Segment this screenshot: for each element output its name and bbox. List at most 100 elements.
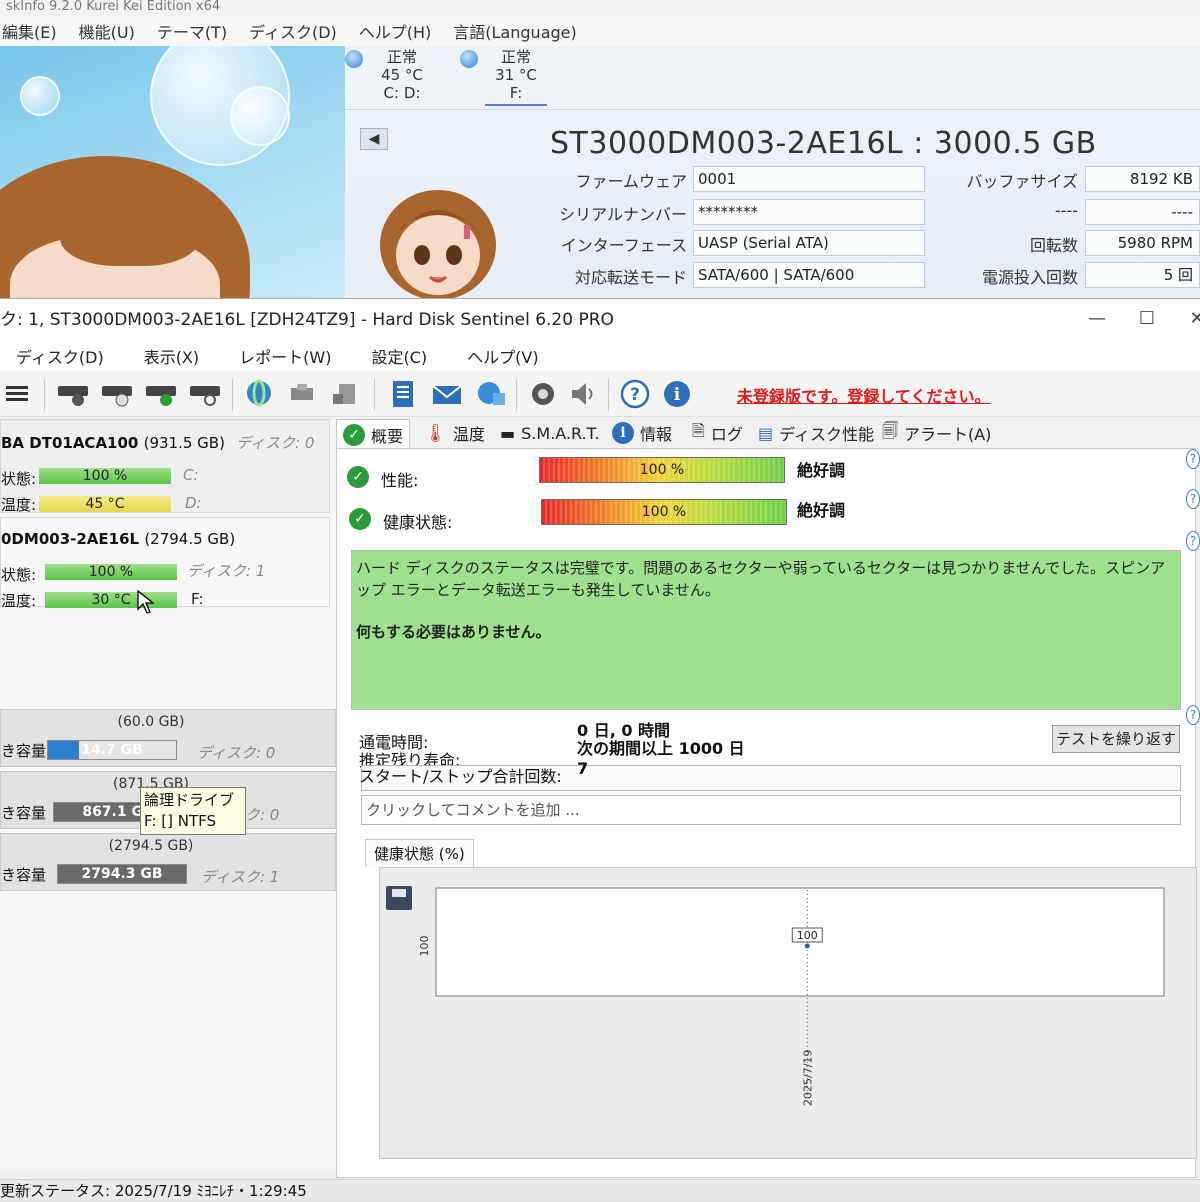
maximize-button[interactable]: ☐ xyxy=(1125,299,1169,341)
close-button[interactable]: ✕ xyxy=(1175,299,1200,341)
network-globe-icon[interactable] xyxy=(242,379,276,409)
drive-letter: C: xyxy=(183,466,199,484)
tab-log[interactable]: 🗎 ログ xyxy=(692,419,743,447)
disk-name: 0DM003-2AE16L xyxy=(1,530,140,548)
disk-ok-icon[interactable] xyxy=(144,379,178,409)
disk-header: 0DM003-2AE16L (2794.5 GB) xyxy=(1,530,235,548)
drive-status: 正常 xyxy=(386,48,417,66)
drive-status-dot xyxy=(345,50,363,68)
tab-info[interactable]: i 情報 xyxy=(612,419,672,447)
side-help-icon[interactable]: ? xyxy=(1186,489,1200,509)
tab-alerts[interactable]: 🗐 アラート(A) xyxy=(882,419,991,447)
side-help-icon[interactable]: ? xyxy=(1186,449,1200,469)
info-icon: i xyxy=(612,422,634,444)
help-icon[interactable]: ? xyxy=(618,379,652,409)
performance-bar: 100 % xyxy=(539,457,785,483)
rotation-value: 5980 RPM xyxy=(1085,230,1200,256)
power-count-label: 電源投入回数 xyxy=(981,268,1078,287)
volume-entry-2[interactable]: (2794.5 GB) き容量 2794.3 GB ディスク: 1 xyxy=(0,833,336,891)
side-help-icon[interactable]: ? xyxy=(1186,531,1200,551)
cdi-menu-language[interactable]: 言語(Language) xyxy=(453,19,576,43)
disk-number: ディスク: 0 xyxy=(197,744,276,762)
disk-refresh-icon[interactable] xyxy=(56,379,90,409)
computer-icon[interactable] xyxy=(330,379,364,409)
hds-menu-bar: ディスク(D) 表示(X) レポート(W) 設定(C) ヘルプ(V) xyxy=(0,341,1200,371)
health-history-chart: 100 2025/7/19 100 xyxy=(379,867,1197,1159)
list-view-icon[interactable] xyxy=(0,379,34,409)
start-stop-count-label: スタート/ストップ合計回数: xyxy=(359,767,562,786)
minimize-button[interactable]: — xyxy=(1075,299,1119,341)
cdi-menu-bar: 編集(E) 機能(U) テーマ(T) ディスク(D) ヘルプ(H) 言語(Lan… xyxy=(0,16,1200,46)
chart-tab-health[interactable]: 健康状態 (%) xyxy=(365,839,474,867)
drive-status-dot xyxy=(460,50,478,68)
status-action-text: 何もする必要はありません。 xyxy=(356,623,551,641)
previous-disk-button[interactable]: ◀ xyxy=(360,128,388,150)
email-report-icon[interactable] xyxy=(430,379,464,409)
tab-smart[interactable]: ▬ S.M.A.R.T. xyxy=(500,419,600,447)
report-icon[interactable] xyxy=(386,379,420,409)
volume-entry-0[interactable]: (60.0 GB) き容量 14.7 GB ディスク: 0 xyxy=(0,709,336,767)
drive-indicator-f[interactable]: 正常 31 °C F: xyxy=(485,48,547,106)
disk-size: (2794.5 GB) xyxy=(144,530,236,548)
anime-background-art xyxy=(0,46,345,300)
tab-label: 温度 xyxy=(452,425,485,444)
performance-label: 性能: xyxy=(381,471,419,490)
data-label: 100 xyxy=(797,929,818,942)
health-check-icon: ✓ xyxy=(349,508,371,530)
info-icon[interactable]: i xyxy=(660,379,694,409)
cdi-menu-edit[interactable]: 編集(E) xyxy=(2,19,57,43)
comment-input[interactable]: クリックしてコメントを追加 ... xyxy=(361,795,1181,825)
menu-settings[interactable]: 設定(C) xyxy=(371,344,427,368)
settings-gear-icon[interactable] xyxy=(526,379,560,409)
tab-disk-performance[interactable]: ▤ ディスク性能 xyxy=(758,419,874,447)
web-report-icon[interactable] xyxy=(474,379,508,409)
x-tick-label: 2025/7/19 xyxy=(801,1050,814,1106)
firmware-label: ファームウェア xyxy=(575,172,687,191)
cdi-menu-help[interactable]: ヘルプ(H) xyxy=(359,19,432,43)
buffer-size-label: バッファサイズ xyxy=(966,172,1078,191)
repeat-test-button[interactable]: テストを繰り返す xyxy=(1052,725,1180,753)
status-bar: 更新ステータス: 2025/7/19 ﾐﾖﾆﾚﾁ・1:29:45 xyxy=(0,1179,1200,1201)
drive-temp: 45 °C xyxy=(381,66,423,84)
tab-label: S.M.A.R.T. xyxy=(521,423,600,443)
temperature-bar: 45 °C xyxy=(39,496,171,512)
disk-entry-0[interactable]: BA DT01ACA100 (931.5 GB) ディスク: 0 状態: 100… xyxy=(0,419,330,514)
tooltip-title: 論理ドライブ xyxy=(144,791,235,809)
menu-report[interactable]: レポート(W) xyxy=(239,344,331,368)
rotation-label: 回転数 xyxy=(1029,236,1078,255)
tab-label: ログ xyxy=(710,425,743,444)
disk-schedule-icon[interactable] xyxy=(100,379,134,409)
alert-document-icon: 🗐 xyxy=(882,420,898,440)
chart-icon: ▤ xyxy=(758,423,774,443)
health-bar: 100 % xyxy=(39,468,171,484)
menu-disk[interactable]: ディスク(D) xyxy=(16,344,104,368)
cdi-menu-theme[interactable]: テーマ(T) xyxy=(157,19,227,43)
blank-value: ---- xyxy=(1085,199,1200,225)
drive-letter: D: xyxy=(185,494,202,512)
disk-search-icon[interactable] xyxy=(188,379,222,409)
disk-size: (931.5 GB) xyxy=(143,434,225,452)
menu-view[interactable]: 表示(X) xyxy=(144,344,199,368)
check-icon: ✓ xyxy=(343,423,365,446)
health-label: 健康状態: xyxy=(383,513,453,532)
cdi-menu-disk[interactable]: ディスク(D) xyxy=(249,19,337,43)
tab-overview[interactable]: ✓ 概要 xyxy=(336,419,411,449)
mouse-cursor-icon xyxy=(137,589,155,614)
interface-value: UASP (Serial ATA) xyxy=(693,230,925,256)
drive-letter: F: xyxy=(191,590,204,608)
free-space-value: 2794.3 GB xyxy=(81,866,163,882)
sound-icon[interactable] xyxy=(566,379,600,409)
drive-indicator-cd[interactable]: 正常 45 °C C: D: xyxy=(377,48,427,102)
tab-temperature[interactable]: 🌡 温度 xyxy=(424,419,485,447)
power-count-value: 5 回 xyxy=(1085,262,1200,288)
tooltip-detail: F: [] NTFS xyxy=(144,812,217,830)
menu-help[interactable]: ヘルプ(V) xyxy=(467,344,538,368)
tab-label: 情報 xyxy=(640,425,673,444)
hds-title-bar: ク: 1, ST3000DM003-2AE16L [ZDH24TZ9] - Ha… xyxy=(0,299,1200,341)
side-help-icon[interactable]: ? xyxy=(1186,705,1200,725)
registration-notice-link[interactable]: 未登録版です。登録してください。 xyxy=(737,383,990,407)
disk-entry-1[interactable]: 0DM003-2AE16L (2794.5 GB) 状態: 100 % ディスク… xyxy=(0,517,330,610)
tools-icon[interactable] xyxy=(286,379,320,409)
svg-text:i: i xyxy=(674,385,681,405)
cdi-menu-function[interactable]: 機能(U) xyxy=(79,19,135,43)
